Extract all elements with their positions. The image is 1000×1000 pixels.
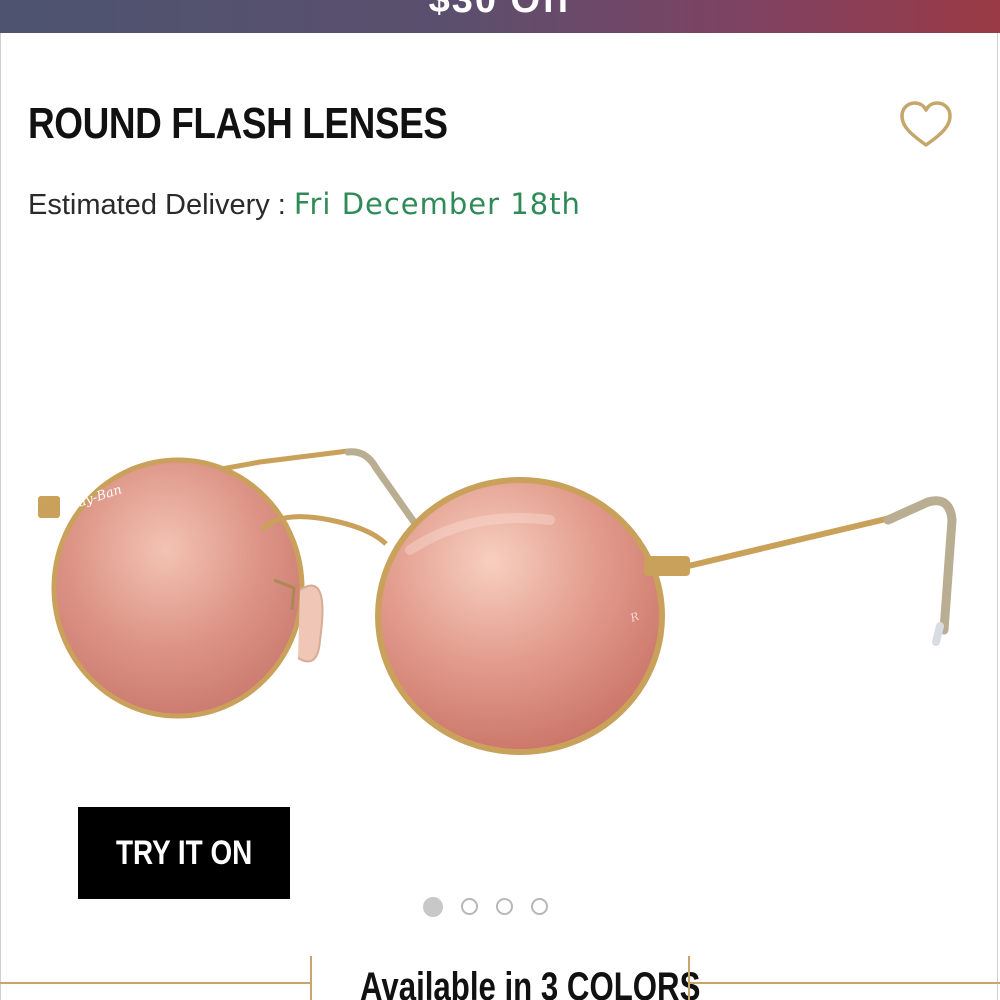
estimated-delivery: Estimated Delivery : Fri December 18th bbox=[28, 186, 581, 223]
colors-divider-right bbox=[690, 982, 1000, 984]
carousel-dot-3[interactable] bbox=[496, 898, 513, 915]
carousel-dots bbox=[423, 897, 548, 920]
carousel-dot-1[interactable] bbox=[423, 897, 443, 917]
promo-banner[interactable]: $30 Off bbox=[0, 0, 1000, 33]
available-colors-label: Available in 3 COLORS bbox=[360, 965, 701, 1000]
sunglasses-image: Ray-Ban R bbox=[38, 448, 957, 755]
try-it-on-label: TRY IT ON bbox=[115, 833, 253, 872]
product-title: ROUND FLASH LENSES bbox=[28, 99, 448, 148]
colors-divider-left bbox=[0, 982, 312, 984]
wishlist-button[interactable] bbox=[898, 100, 954, 152]
colors-divider-tick-right bbox=[688, 956, 690, 1000]
heart-icon bbox=[900, 101, 952, 147]
delivery-label: Estimated Delivery : bbox=[28, 189, 294, 221]
carousel-dot-2[interactable] bbox=[461, 898, 478, 915]
available-colors-heading[interactable]: Available in 3 COLORS bbox=[312, 962, 700, 1000]
delivery-date: Fri December 18th bbox=[293, 187, 581, 221]
try-it-on-button[interactable]: TRY IT ON bbox=[78, 807, 290, 899]
promo-text: $30 Off bbox=[428, 0, 572, 21]
product-image[interactable]: Ray-Ban R bbox=[30, 440, 970, 780]
carousel-dot-4[interactable] bbox=[531, 898, 548, 915]
